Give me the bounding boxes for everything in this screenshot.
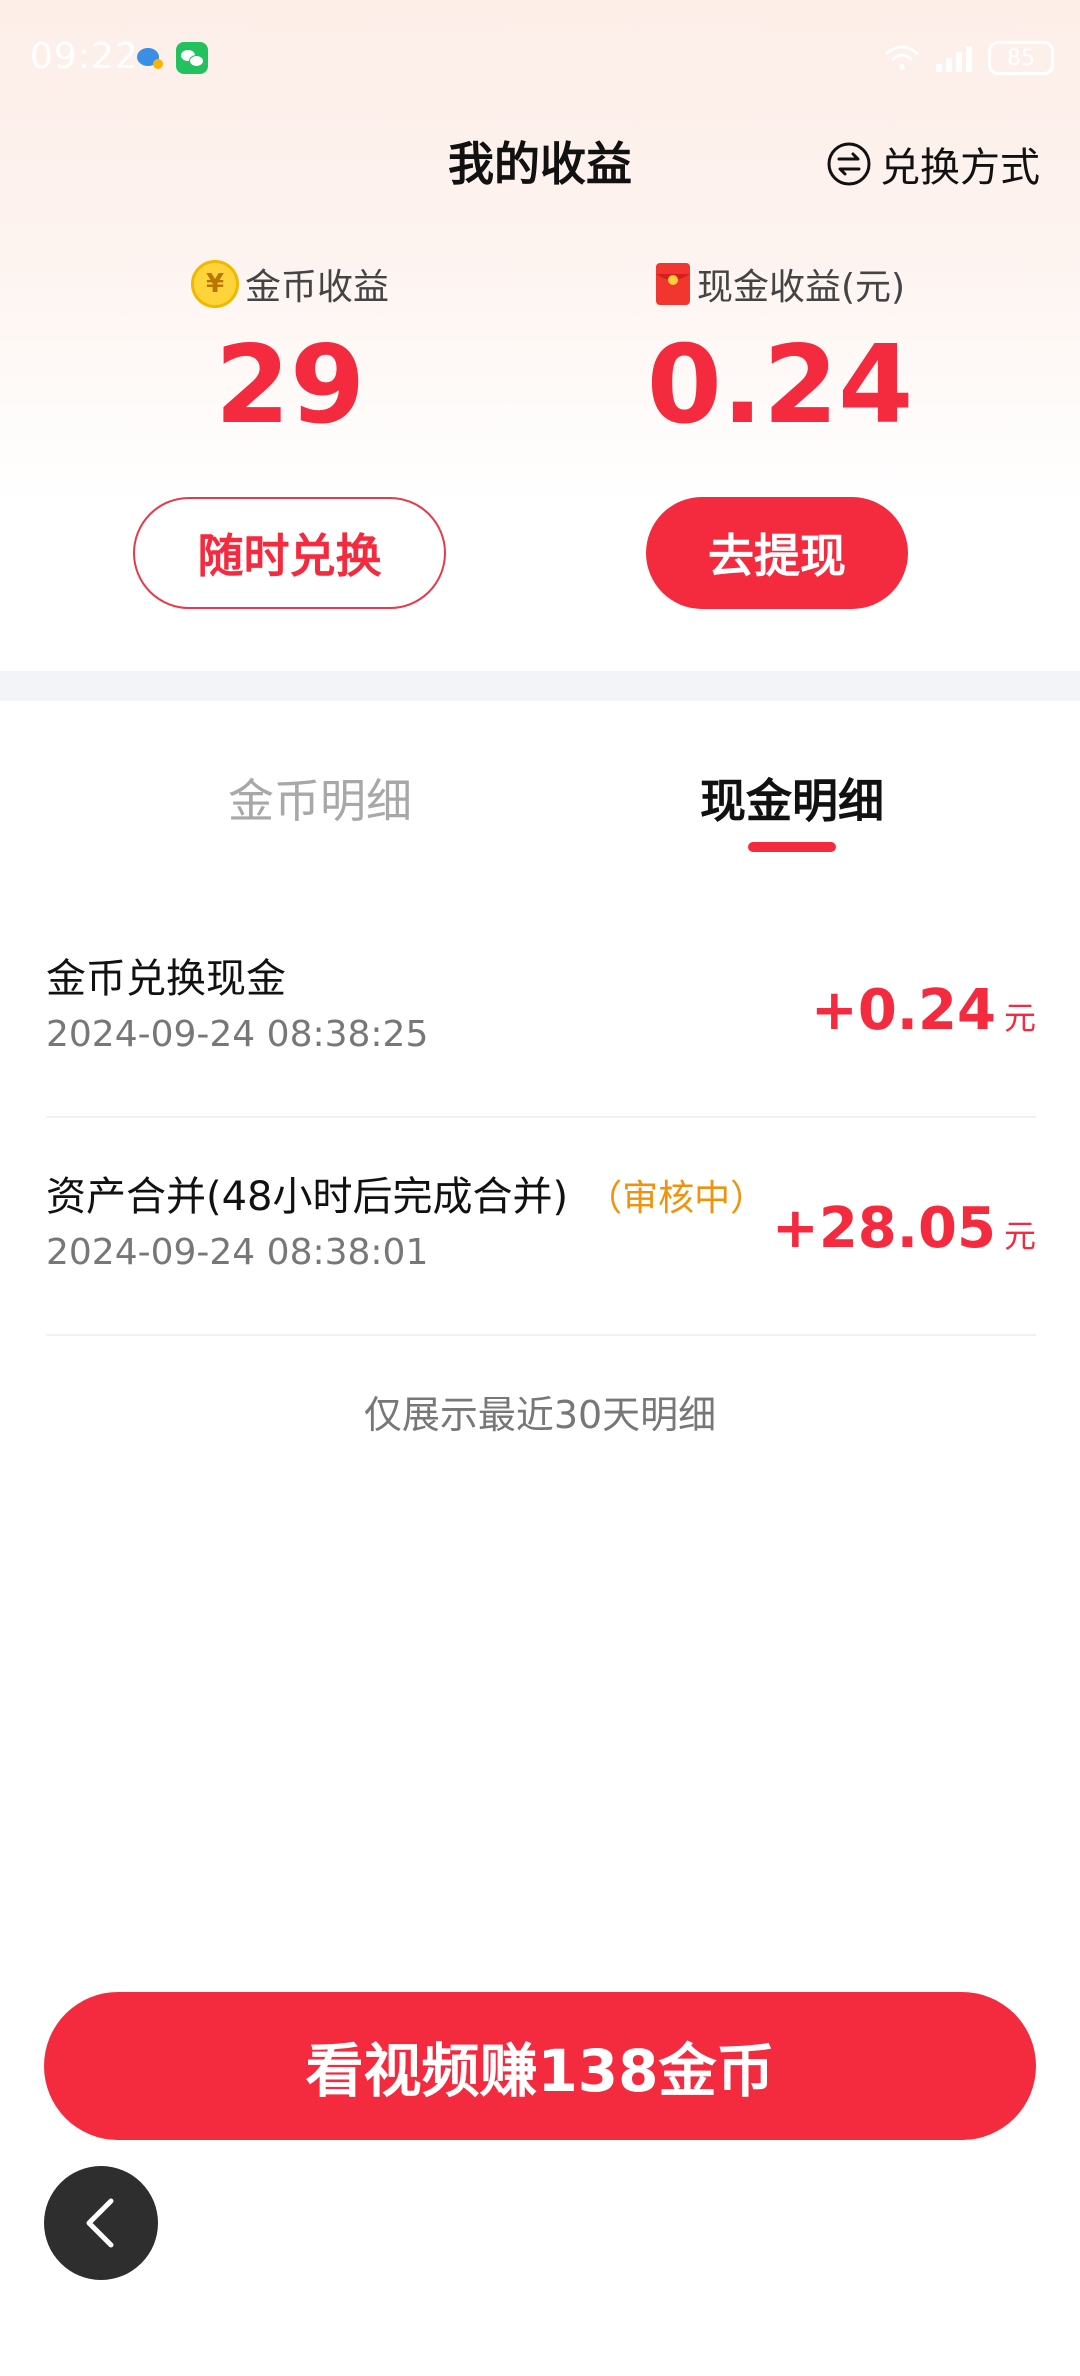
signal-icon	[936, 46, 972, 72]
tab-coin-details[interactable]: 金币明细	[170, 765, 470, 831]
coin-earnings-value: 29	[214, 323, 366, 448]
back-button[interactable]	[44, 2166, 158, 2280]
active-tab-indicator	[748, 842, 836, 852]
status-indicators: 85	[884, 40, 1054, 76]
exchange-anytime-button[interactable]: 随时兑换	[133, 497, 446, 609]
coin-icon: ¥	[190, 260, 239, 308]
tab-cash-details[interactable]: 现金明细	[642, 765, 942, 831]
record-amount-value: +28.05	[771, 1196, 996, 1261]
coin-earnings-label: 金币收益	[244, 267, 389, 308]
status-bar: 09:22 85	[0, 0, 1080, 120]
wifi-icon	[885, 45, 919, 70]
swap-icon	[827, 142, 871, 186]
cash-earnings-label: 现金收益(元)	[696, 267, 906, 308]
battery-level: 85	[1007, 45, 1035, 71]
history-range-note: 仅展示最近30天明细	[363, 1393, 717, 1437]
record-time: 2024-09-24 08:38:01	[46, 1232, 429, 1273]
list-item: 金币兑换现金 2024-09-24 08:38:25 +0.24 元	[46, 900, 1036, 1118]
record-amount: +28.05 元	[772, 1196, 1036, 1261]
record-status-badge: （审核中）	[586, 1178, 767, 1219]
cash-earnings-value: 0.24	[646, 323, 914, 448]
record-amount-unit: 元	[1003, 1217, 1036, 1255]
record-title-text: 资产合并(48小时后完成合并)	[46, 1174, 569, 1220]
cash-earnings-label-row: 现金收益(元)	[540, 256, 1020, 312]
watch-video-earn-button[interactable]: 看视频赚138金币	[44, 1992, 1036, 2140]
record-amount-value: +0.24	[810, 978, 996, 1043]
status-time: 09:22	[30, 36, 139, 77]
chevron-left-icon	[86, 2198, 114, 2248]
exchange-method-label: 兑换方式	[880, 145, 1040, 191]
coin-earnings-label-row: ¥ 金币收益	[50, 256, 530, 312]
record-title: 资产合并(48小时后完成合并) （审核中）	[46, 1164, 766, 1222]
record-amount-unit: 元	[1003, 999, 1036, 1037]
exchange-method-button[interactable]: 兑换方式	[826, 136, 1040, 192]
withdraw-button[interactable]: 去提现	[646, 497, 908, 609]
coin-earnings: ¥ 金币收益 29	[50, 256, 530, 452]
wechat-notification-icon	[176, 42, 208, 74]
record-time: 2024-09-24 08:38:25	[46, 1014, 429, 1055]
record-amount: +0.24 元	[811, 978, 1036, 1043]
red-packet-icon	[655, 263, 690, 305]
record-title-text: 金币兑换现金	[46, 956, 286, 1002]
section-divider	[0, 671, 1080, 701]
battery-indicator: 85	[988, 41, 1054, 75]
cash-earnings: 现金收益(元) 0.24	[540, 256, 1020, 452]
qq-notification-icon	[137, 48, 163, 69]
record-title: 金币兑换现金	[46, 946, 286, 1004]
list-item: 资产合并(48小时后完成合并) （审核中） 2024-09-24 08:38:01…	[46, 1118, 1036, 1336]
